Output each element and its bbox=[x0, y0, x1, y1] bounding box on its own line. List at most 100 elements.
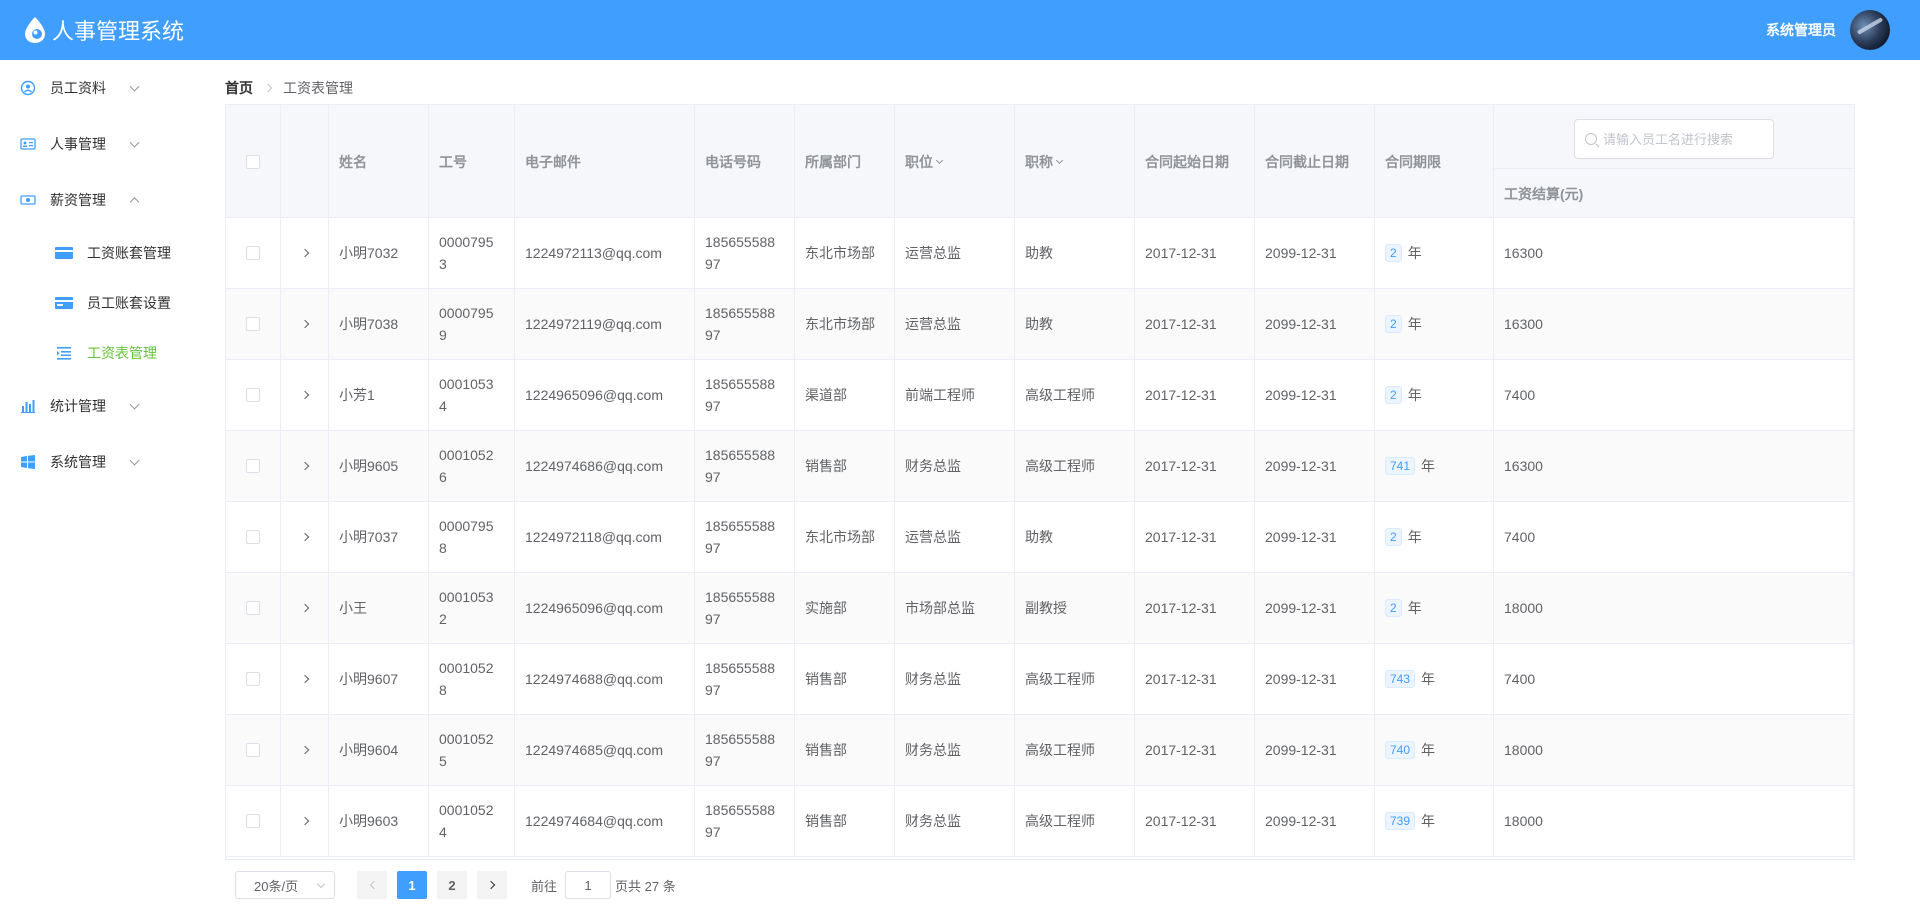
table-row[interactable]: 小明9604 0001052 5 1224974685@qq.com 185655588… bbox=[226, 715, 1854, 786]
user-name[interactable]: 系统管理员 bbox=[1766, 20, 1836, 40]
header-name: 姓名 bbox=[329, 105, 429, 218]
cell-email: 1224974686@qq.com bbox=[515, 431, 695, 501]
cell-term: 741 年 bbox=[1375, 431, 1494, 501]
cell-line: 0001053 bbox=[439, 589, 494, 605]
cell-text: 销售部 bbox=[805, 671, 847, 687]
row-checkbox[interactable] bbox=[246, 814, 260, 828]
table-row[interactable]: 小明7038 0000795 9 1224972119@qq.com 185655588… bbox=[226, 289, 1854, 360]
cell-phone: 185655588 97 bbox=[695, 289, 795, 359]
table-row[interactable]: 小芳1 0001053 4 1224965096@qq.com 185655588 97 渠… bbox=[226, 360, 1854, 431]
chevron-right-icon bbox=[263, 83, 273, 93]
term-tag: 741 bbox=[1385, 457, 1416, 475]
cell-expand bbox=[281, 715, 329, 785]
row-checkbox[interactable] bbox=[246, 388, 260, 402]
goto-page-input[interactable] bbox=[565, 871, 612, 899]
cell-text: 小明7038 bbox=[339, 316, 399, 332]
cell-text: 16300 bbox=[1504, 458, 1543, 474]
sidebar-item-employee-info[interactable]: 员工资料 bbox=[0, 60, 200, 116]
header-position[interactable]: 职位 bbox=[895, 105, 1015, 218]
cell-work-id: 0001053 4 bbox=[429, 360, 515, 430]
card-icon bbox=[55, 247, 73, 259]
next-page-button[interactable] bbox=[477, 871, 507, 899]
search-input[interactable] bbox=[1603, 131, 1763, 147]
sidebar: 员工资料 人事管理 薪资管理 工资账套管理 员工账套设置 工资表管理 统计管理 … bbox=[0, 60, 200, 911]
header-expand bbox=[281, 105, 329, 218]
cell-end-date: 2099-12-31 bbox=[1255, 786, 1375, 856]
cell-email: 1224972113@qq.com bbox=[515, 218, 695, 288]
filter-caret-icon[interactable] bbox=[935, 156, 944, 164]
sidebar-item-system[interactable]: 系统管理 bbox=[0, 434, 200, 490]
filter-caret-icon[interactable] bbox=[1055, 156, 1064, 164]
cell-phone-text: 185655588 97 bbox=[705, 657, 775, 701]
page-button-2[interactable]: 2 bbox=[437, 871, 467, 899]
row-checkbox[interactable] bbox=[246, 530, 260, 544]
expand-row-icon[interactable] bbox=[300, 674, 309, 684]
cell-text: 销售部 bbox=[805, 813, 847, 829]
cell-line: 97 bbox=[705, 469, 721, 485]
cell-work-id-text: 0000795 3 bbox=[439, 231, 494, 275]
row-checkbox[interactable] bbox=[246, 743, 260, 757]
logo[interactable]: 人事管理系统 bbox=[20, 14, 184, 46]
row-checkbox[interactable] bbox=[246, 601, 260, 615]
cell-salary: 16300 bbox=[1494, 289, 1854, 359]
page-size-select[interactable]: 20条/页 bbox=[235, 871, 335, 899]
expand-row-icon[interactable] bbox=[300, 248, 309, 258]
table-row[interactable]: 小王 0001053 2 1224965096@qq.com 185655588 97 实施… bbox=[226, 573, 1854, 644]
sidebar-item-salary[interactable]: 薪资管理 bbox=[0, 172, 200, 228]
term-tag: 2 bbox=[1385, 599, 1402, 617]
cell-name: 小明9603 bbox=[329, 786, 429, 856]
search-box[interactable] bbox=[1574, 119, 1774, 159]
cell-term: 2年 bbox=[1375, 289, 1494, 359]
header-title[interactable]: 职称 bbox=[1015, 105, 1135, 218]
table-row[interactable]: 小明9607 0001052 8 1224974688@qq.com 185655588… bbox=[226, 644, 1854, 715]
cell-text: 高级工程师 bbox=[1025, 813, 1095, 829]
term-unit: 年 bbox=[1407, 600, 1422, 616]
cell-text: 18000 bbox=[1504, 742, 1543, 758]
page-button-1[interactable]: 1 bbox=[397, 871, 427, 899]
cell-text: 1224974688@qq.com bbox=[525, 671, 663, 687]
sub-item-employee-sob[interactable]: 员工账套设置 bbox=[0, 278, 200, 328]
sidebar-item-hr[interactable]: 人事管理 bbox=[0, 116, 200, 172]
cell-select bbox=[226, 786, 281, 856]
cell-work-id: 0000795 8 bbox=[429, 502, 515, 572]
expand-row-icon[interactable] bbox=[300, 461, 309, 471]
term-unit: 年 bbox=[1407, 316, 1422, 332]
cell-text: 2017-12-31 bbox=[1145, 458, 1217, 474]
expand-row-icon[interactable] bbox=[300, 816, 309, 826]
table-row[interactable]: 小明9603 0001052 4 1224974684@qq.com 185655588… bbox=[226, 786, 1854, 857]
row-checkbox[interactable] bbox=[246, 672, 260, 686]
select-all-checkbox[interactable] bbox=[246, 154, 260, 169]
term-unit: 年 bbox=[1421, 813, 1436, 829]
cell-line: 4 bbox=[439, 824, 447, 840]
expand-row-icon[interactable] bbox=[300, 390, 309, 400]
cell-position: 财务总监 bbox=[895, 786, 1015, 856]
cell-email: 1224974685@qq.com bbox=[515, 715, 695, 785]
cell-text: 高级工程师 bbox=[1025, 742, 1095, 758]
cell-position: 前端工程师 bbox=[895, 360, 1015, 430]
breadcrumb-home[interactable]: 首页 bbox=[225, 78, 253, 98]
cell-text: 财务总监 bbox=[905, 742, 961, 758]
sidebar-item-statistics[interactable]: 统计管理 bbox=[0, 378, 200, 434]
row-checkbox[interactable] bbox=[246, 317, 260, 331]
term-tag: 743 bbox=[1385, 670, 1416, 688]
sub-item-salary-table[interactable]: 工资表管理 bbox=[0, 328, 200, 378]
user-area[interactable]: 系统管理员 bbox=[1766, 0, 1890, 60]
cell-title: 高级工程师 bbox=[1015, 786, 1135, 856]
goto-label: 前往 bbox=[531, 878, 558, 894]
table-row[interactable]: 小明7037 0000795 8 1224972118@qq.com 185655588… bbox=[226, 502, 1854, 573]
expand-row-icon[interactable] bbox=[300, 532, 309, 542]
avatar[interactable] bbox=[1850, 10, 1890, 50]
expand-row-icon[interactable] bbox=[300, 319, 309, 329]
cell-salary: 18000 bbox=[1494, 715, 1854, 785]
table-row[interactable]: 小明7032 0000795 3 1224972113@qq.com 185655588… bbox=[226, 218, 1854, 289]
row-checkbox[interactable] bbox=[246, 459, 260, 473]
expand-row-icon[interactable] bbox=[300, 603, 309, 613]
sub-item-salary-sob[interactable]: 工资账套管理 bbox=[0, 228, 200, 278]
table-row[interactable]: 小明9605 0001052 6 1224974686@qq.com 185655588… bbox=[226, 431, 1854, 502]
cell-begin-date: 2017-12-31 bbox=[1135, 218, 1255, 288]
cell-position: 运营总监 bbox=[895, 502, 1015, 572]
row-checkbox[interactable] bbox=[246, 246, 260, 260]
cell-expand bbox=[281, 644, 329, 714]
prev-page-button[interactable] bbox=[357, 871, 387, 899]
expand-row-icon[interactable] bbox=[300, 745, 309, 755]
